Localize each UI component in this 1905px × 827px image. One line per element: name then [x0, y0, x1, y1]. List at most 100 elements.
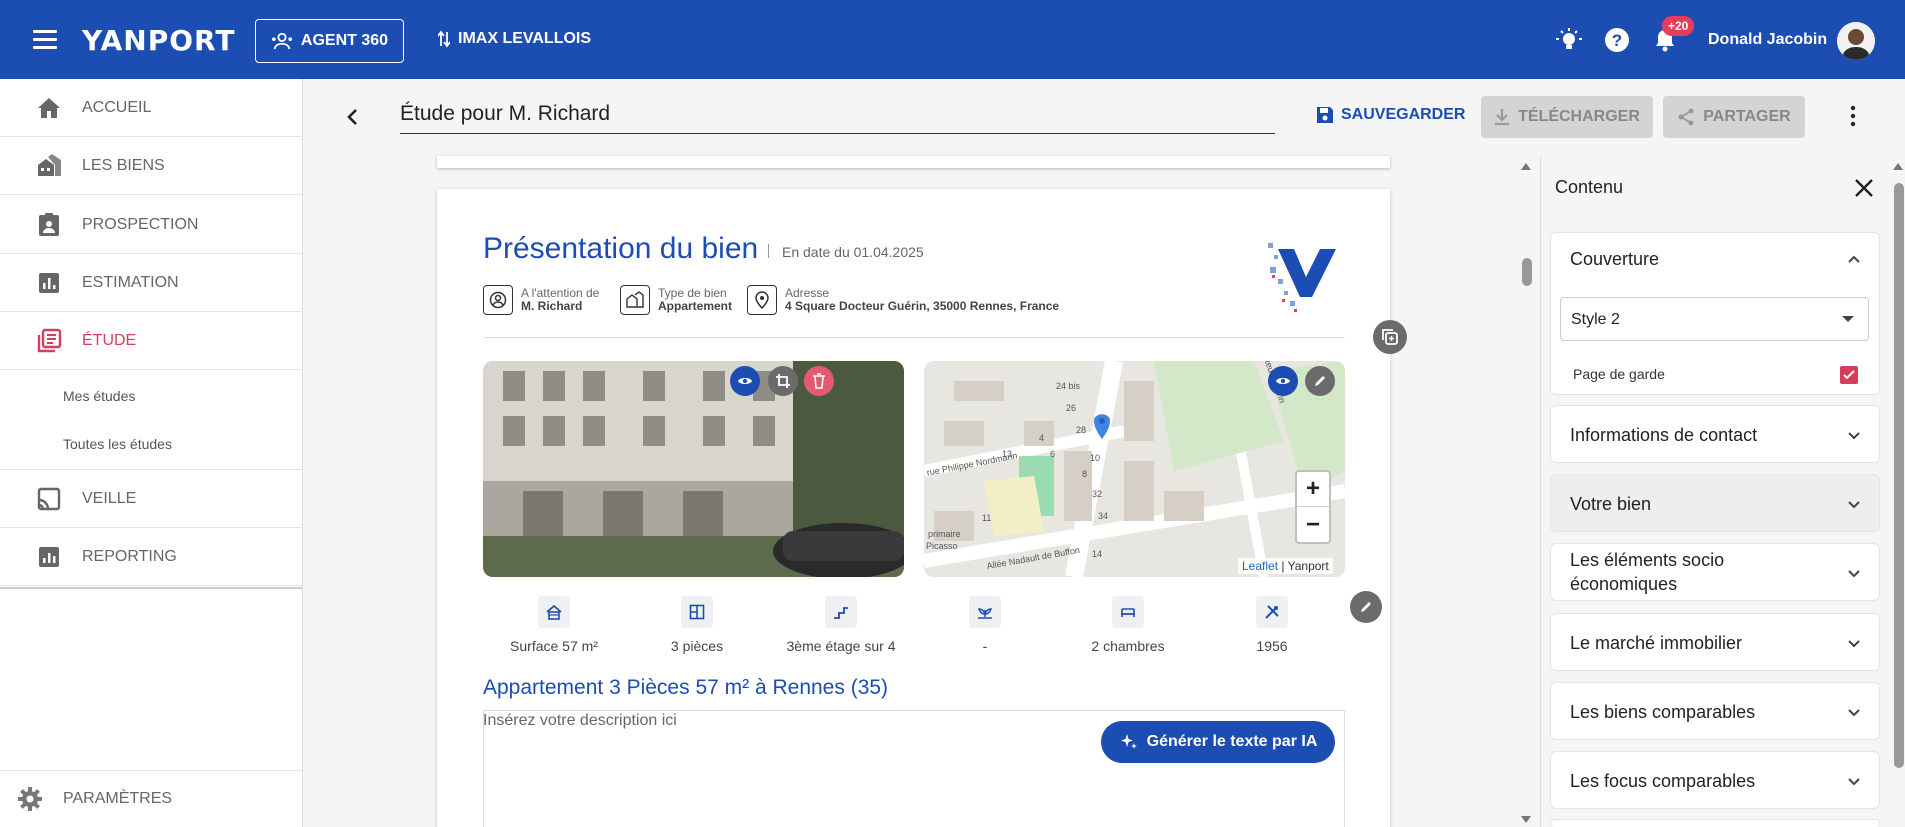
report-chart-icon	[39, 546, 59, 567]
sidebar-item-parametres[interactable]: PARAMÈTRES	[0, 770, 302, 827]
trash-icon	[813, 373, 825, 389]
sidebar-item-label: VEILLE	[82, 489, 137, 507]
buildings-icon	[38, 153, 61, 176]
sidebar-subitem-toutes-etudes[interactable]: Toutes les études	[63, 436, 172, 452]
share-icon	[1678, 108, 1694, 126]
attribution-separator: |	[1281, 559, 1285, 573]
sidebar-item-label: ÉTUDE	[82, 331, 137, 349]
page-title: Présentation du bien	[483, 232, 759, 265]
sidebar-item-reporting[interactable]: REPORTING	[0, 528, 302, 586]
divider	[483, 337, 1345, 338]
save-button[interactable]: SAUVEGARDER	[1316, 106, 1465, 124]
section-label: Les focus comparables	[1570, 771, 1756, 791]
cover-page-checkbox[interactable]	[1840, 366, 1858, 384]
feature-surface: Surface 57 m²	[489, 596, 619, 654]
leaflet-link[interactable]: Leaflet	[1242, 559, 1278, 573]
agency-switcher[interactable]: IMAX LEVALLOIS	[438, 30, 591, 48]
sidebar-item-etude[interactable]: ÉTUDE	[0, 312, 302, 370]
attention-info: A l'attention de M. Richard	[483, 285, 599, 315]
edit-map-button[interactable]	[1305, 366, 1335, 396]
bar-chart-icon	[39, 272, 59, 293]
back-chevron-icon[interactable]	[341, 105, 365, 129]
crop-photo-button[interactable]	[768, 366, 798, 396]
avatar[interactable]	[1837, 22, 1875, 60]
document-scrollbar[interactable]	[1522, 258, 1532, 286]
edit-features-button[interactable]	[1350, 591, 1382, 623]
share-button[interactable]: PARTAGER	[1663, 96, 1805, 138]
property-map[interactable]: rue Philippe Nordmann Allée Nadault de B…	[924, 361, 1345, 577]
view-map-button[interactable]	[1268, 366, 1298, 396]
zoom-in-button[interactable]: +	[1297, 472, 1329, 507]
save-label: SAUVEGARDER	[1341, 106, 1466, 123]
menu-icon[interactable]	[33, 30, 57, 50]
sidebar-item-estimation[interactable]: ESTIMATION	[0, 254, 302, 312]
section-real-estate-market[interactable]: Le marché immobilier	[1550, 613, 1880, 671]
study-title-input[interactable]: Étude pour M. Richard	[400, 100, 1275, 134]
type-value: Appartement	[658, 299, 733, 313]
sidebar-item-accueil[interactable]: ACCUEIL	[0, 79, 302, 137]
section-socio-economic[interactable]: Les éléments socio économiques	[1550, 543, 1880, 601]
swap-icon	[438, 30, 450, 48]
feature-label: 2 chambres	[1091, 638, 1165, 654]
apartment-title: Appartement 3 Pièces 57 m² à Rennes (35)	[483, 676, 889, 699]
more-vertical-icon[interactable]	[1850, 105, 1856, 127]
bed-icon	[1112, 596, 1144, 628]
close-icon[interactable]	[1853, 177, 1875, 199]
sidebar-item-label: LES BIENS	[82, 156, 165, 174]
map-label: 4	[1039, 433, 1045, 443]
floorplan-icon	[681, 596, 713, 628]
section-label: Le marché immobilier	[1570, 633, 1743, 653]
section-focus-comparables[interactable]: Les focus comparables	[1550, 751, 1880, 809]
cover-style-select[interactable]: Style 2	[1560, 297, 1869, 341]
eye-icon	[738, 378, 752, 384]
map-attribution: Leaflet | Yanport	[1238, 558, 1333, 574]
sidebar-subitem-mes-etudes[interactable]: Mes études	[63, 388, 135, 404]
map-label: 28	[1076, 425, 1087, 435]
download-button[interactable]: TÉLÉCHARGER	[1481, 96, 1653, 138]
feature-floor: 3ème étage sur 4	[776, 596, 906, 654]
scroll-down-icon[interactable]	[1519, 812, 1533, 826]
agent-360-label: AGENT 360	[300, 32, 389, 49]
section-cover-label[interactable]: Couverture	[1570, 247, 1659, 271]
sidebar-item-veille[interactable]: VEILLE	[0, 470, 302, 528]
view-photo-button[interactable]	[730, 366, 760, 396]
delete-photo-button[interactable]	[804, 366, 834, 396]
floppy-icon	[1317, 107, 1333, 123]
section-next[interactable]	[1550, 819, 1880, 827]
chevron-down-icon	[1848, 432, 1860, 440]
feature-label: Surface 57 m²	[510, 638, 598, 654]
description-placeholder: Insérez votre description ici	[483, 712, 677, 729]
section-property[interactable]: Votre bien	[1550, 474, 1880, 532]
map-zoom-control: + −	[1295, 470, 1331, 544]
section-label: Informations de contact	[1570, 425, 1758, 445]
sidebar-item-label: ACCUEIL	[82, 98, 152, 116]
scroll-up-icon[interactable]	[1519, 160, 1533, 174]
user-circle-icon	[483, 285, 513, 315]
feature-label: -	[982, 638, 988, 654]
scroll-up-icon[interactable]	[1891, 160, 1905, 174]
stairs-icon	[825, 596, 857, 628]
sidebar-item-biens[interactable]: LES BIENS	[0, 137, 302, 195]
panel-scrollbar[interactable]	[1894, 183, 1904, 768]
home-icon	[38, 97, 60, 118]
user-name[interactable]: Donald Jacobin	[1708, 31, 1827, 49]
section-contact[interactable]: Informations de contact	[1550, 405, 1880, 463]
lightbulb-icon[interactable]	[1556, 27, 1582, 53]
generate-ai-text-button[interactable]: Générer le texte par IA	[1101, 721, 1335, 763]
help-icon[interactable]: ?	[1604, 27, 1630, 53]
sidebar-item-prospection[interactable]: PROSPECTION	[0, 196, 302, 254]
feature-label: 1956	[1256, 638, 1288, 654]
address-value: 4 Square Docteur Guérin, 35000 Rennes, F…	[785, 299, 1060, 313]
agent-360-button[interactable]: AGENT 360	[255, 19, 404, 63]
section-label: Les éléments socio économiques	[1570, 550, 1725, 594]
yanport-logo	[1268, 243, 1336, 312]
section-comparables[interactable]: Les biens comparables	[1550, 682, 1880, 740]
map-label: primaire	[928, 529, 961, 539]
zoom-out-button[interactable]: −	[1297, 507, 1329, 542]
pencil-icon	[1315, 376, 1325, 386]
chevron-up-icon[interactable]	[1847, 252, 1861, 266]
cover-style-value: Style 2	[1571, 311, 1620, 328]
feature-year: 1956	[1207, 596, 1337, 654]
chevron-down-icon	[1848, 778, 1860, 786]
duplicate-section-button[interactable]	[1373, 320, 1407, 354]
